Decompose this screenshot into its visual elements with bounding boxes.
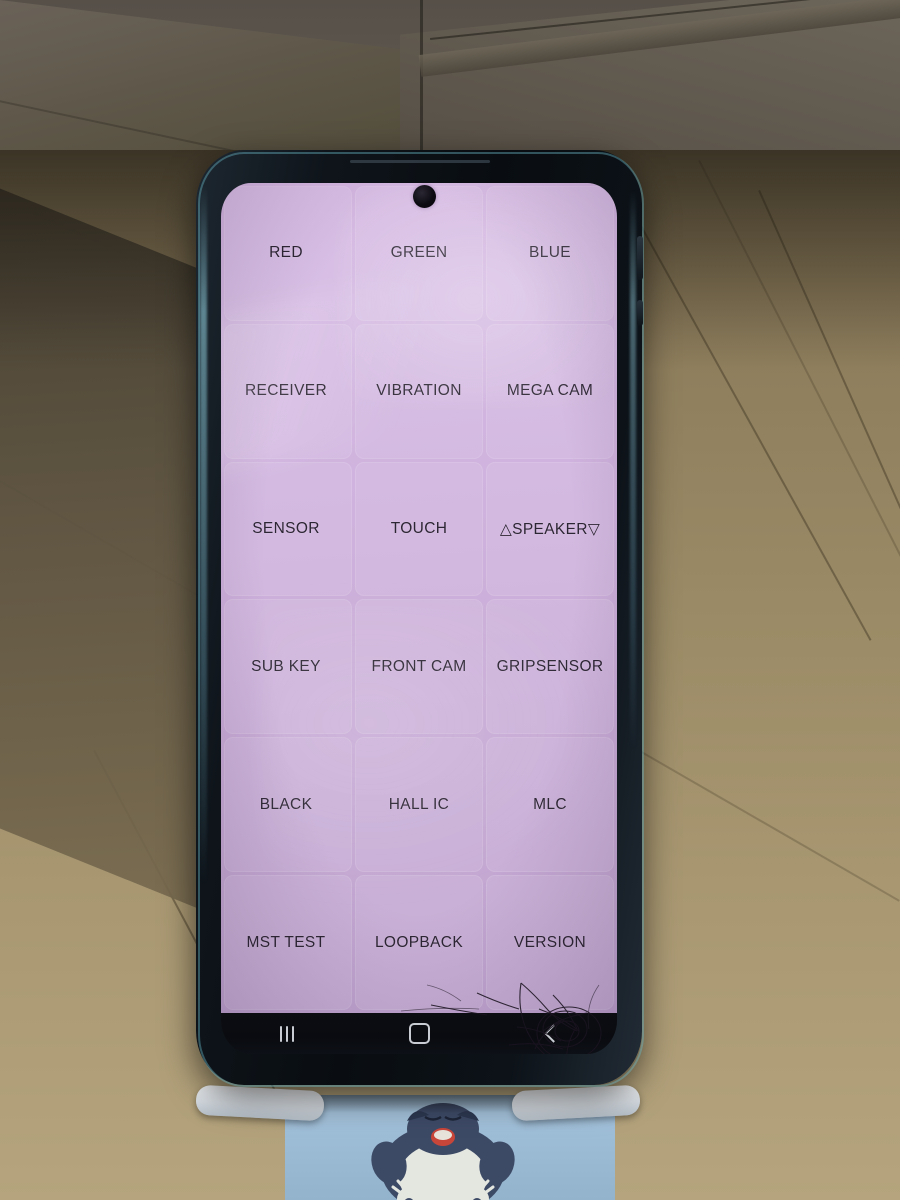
home-icon — [408, 1023, 430, 1044]
test-button-label: MEGA CAM — [506, 382, 594, 400]
test-button-sensor[interactable]: SENSOR — [224, 461, 352, 597]
test-button-red[interactable]: RED — [224, 186, 352, 321]
test-button-mst-test[interactable]: MST TEST — [224, 875, 352, 1010]
bezel-edge-highlight-right — [630, 190, 636, 750]
test-button-hall-ic[interactable]: HALL IC — [355, 737, 483, 873]
recents-button[interactable] — [255, 1019, 319, 1049]
photo-scene: RED GREEN BLUE RECEIVER VIBRATION MEGA C… — [0, 0, 900, 1200]
test-button-label: SUB KEY — [251, 657, 321, 675]
test-button-label: HALL IC — [388, 795, 450, 813]
test-button-blue[interactable]: BLUE — [486, 186, 614, 321]
factory-test-grid: RED GREEN BLUE RECEIVER VIBRATION MEGA C… — [221, 183, 617, 1013]
test-button-label: VERSION — [513, 933, 587, 951]
test-button-label: GREEN — [390, 244, 448, 262]
test-button-label: VIBRATION — [376, 382, 462, 400]
test-button-speaker[interactable]: △SPEAKER▽ — [486, 461, 614, 597]
home-button[interactable] — [387, 1019, 451, 1049]
phone-screen: RED GREEN BLUE RECEIVER VIBRATION MEGA C… — [221, 183, 617, 1054]
test-button-label: MST TEST — [246, 933, 326, 951]
test-button-label: △SPEAKER▽ — [499, 520, 601, 538]
power-button[interactable] — [637, 236, 643, 280]
test-button-label: GRIPSENSOR — [496, 657, 604, 675]
test-button-gripsensor[interactable]: GRIPSENSOR — [486, 599, 614, 735]
test-button-receiver[interactable]: RECEIVER — [224, 323, 352, 459]
android-navigation-bar — [221, 1013, 617, 1054]
screen-content: RED GREEN BLUE RECEIVER VIBRATION MEGA C… — [221, 183, 617, 1013]
test-button-sub-key[interactable]: SUB KEY — [224, 599, 352, 735]
test-button-label: RECEIVER — [244, 382, 328, 400]
test-button-label: FRONT CAM — [371, 657, 467, 675]
test-button-label: TOUCH — [390, 520, 448, 538]
test-button-label: SENSOR — [252, 520, 320, 538]
recents-icon — [280, 1025, 294, 1042]
test-button-label: RED — [269, 244, 303, 262]
test-button-version[interactable]: VERSION — [486, 875, 614, 1010]
front-camera-punch-hole — [413, 185, 436, 208]
snorlax-illustration — [371, 1103, 515, 1200]
test-button-label: BLUE — [529, 244, 571, 262]
earpiece-speaker — [350, 160, 490, 163]
test-button-mega-cam[interactable]: MEGA CAM — [486, 323, 614, 459]
test-button-mlc[interactable]: MLC — [486, 737, 614, 873]
test-button-label: MLC — [533, 795, 567, 813]
back-icon — [543, 1024, 563, 1043]
back-button[interactable] — [519, 1019, 583, 1049]
test-button-black[interactable]: BLACK — [224, 737, 352, 873]
test-button-loopback[interactable]: LOOPBACK — [355, 875, 483, 1010]
test-button-label: BLACK — [259, 795, 313, 813]
bezel-edge-highlight-left — [200, 185, 207, 885]
test-button-front-cam[interactable]: FRONT CAM — [355, 599, 483, 735]
test-button-label: LOOPBACK — [374, 933, 464, 951]
floor-plank-seam — [639, 750, 900, 902]
test-button-vibration[interactable]: VIBRATION — [355, 323, 483, 459]
volume-button[interactable] — [637, 300, 643, 326]
test-button-touch[interactable]: TOUCH — [355, 461, 483, 597]
